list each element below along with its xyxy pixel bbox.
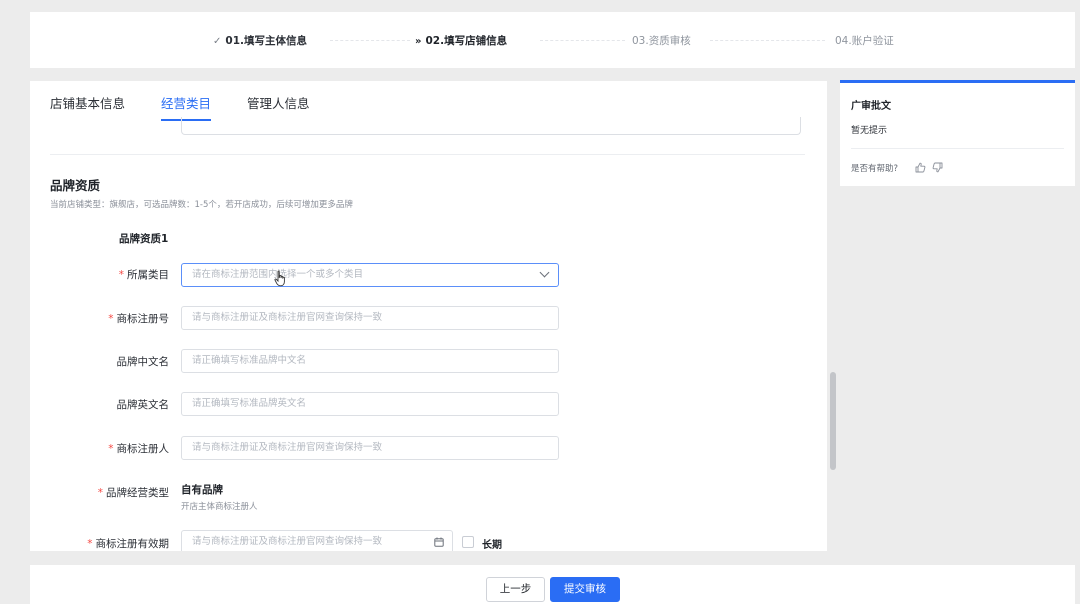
brand-en-name-input[interactable]: 请正确填写标准品牌英文名 [181,392,559,416]
required-mark: * [118,269,124,281]
long-term-label: 长期 [482,540,502,551]
chevron-down-icon [539,267,550,278]
calendar-icon [434,537,444,547]
tips-text: 暂无提示 [851,126,888,136]
section-description: 当前店铺类型：旗舰店，可选品牌数：1-5个，若开店成功，后续可增加更多品牌 [50,200,353,210]
validity-placeholder: 请与商标注册证及商标注册官网查询保持一致 [192,536,383,547]
tab-business-category[interactable]: 经营类目 [161,93,211,112]
en-name-label-text: 品牌英文名 [116,399,170,411]
step-bar: ✓ 01.填写主体信息 » 02.填写店铺信息 03.资质审核 04.账户验证 [30,12,1075,68]
section-title: 品牌资质 [50,178,101,193]
en-name-label: 品牌英文名 [30,397,170,412]
cn-name-label: 品牌中文名 [30,354,170,369]
thumbs-down-icon[interactable] [932,162,943,173]
step-4: 04.账户验证 [835,12,894,68]
footer-bar: 上一步 提交审核 [30,565,1075,604]
trademark-validity-date-input[interactable]: 请与商标注册证及商标注册官网查询保持一致 [181,530,453,551]
step-3: 03.资质审核 [632,12,691,68]
step-4-label: 04.账户验证 [835,35,894,47]
required-mark: * [108,313,114,325]
registrant-label-text: 商标注册人 [116,443,170,455]
step-connector [710,40,825,41]
category-select[interactable]: 请在商标注册范围内选择一个或多个类目 [181,263,559,287]
tips-title: 广审批文 [851,101,891,112]
step-1: ✓ 01.填写主体信息 [213,12,307,68]
category-label-text: 所属类目 [127,269,169,281]
section-divider [50,154,805,155]
validity-label: * 商标注册有效期 [30,536,169,551]
main-form-card: 店铺基本信息 经营类目 管理人信息 品牌资质 当前店铺类型：旗舰店，可选品牌数：… [30,81,827,551]
validity-label-text: 商标注册有效期 [95,538,170,550]
brand-type-label: * 品牌经营类型 [30,485,169,500]
trademark-reg-no-input[interactable]: 请与商标注册证及商标注册官网查询保持一致 [181,306,559,330]
cn-name-placeholder: 请正确填写标准品牌中文名 [192,355,307,366]
tips-divider [851,148,1064,149]
trademark-registrant-input[interactable]: 请与商标注册证及商标注册官网查询保持一致 [181,436,559,460]
en-name-placeholder: 请正确填写标准品牌英文名 [192,398,307,409]
scrollbar-thumb[interactable] [830,372,836,470]
step-2: » 02.填写店铺信息 [415,12,507,68]
tab-manager-info[interactable]: 管理人信息 [247,93,310,112]
tips-panel: 广审批文 暂无提示 是否有帮助? [840,80,1075,186]
submit-review-button[interactable]: 提交审核 [550,577,620,602]
tab-store-basic-info[interactable]: 店铺基本信息 [50,93,125,112]
category-label: * 所属类目 [30,267,169,282]
previous-field-bottom[interactable] [181,117,801,135]
step-3-label: 03.资质审核 [632,35,691,47]
step-connector [330,40,410,41]
registrant-placeholder: 请与商标注册证及商标注册官网查询保持一致 [192,442,383,453]
hand-cursor-icon [274,270,285,287]
step-1-label: 01.填写主体信息 [225,35,307,47]
registrant-label: * 商标注册人 [30,441,169,456]
cn-name-label-text: 品牌中文名 [116,356,170,368]
brand-qualification-subtitle: 品牌资质1 [119,233,169,245]
required-mark: * [108,443,114,455]
long-term-checkbox[interactable] [462,536,474,548]
step-2-label: 02.填写店铺信息 [425,35,508,47]
required-mark: * [87,538,93,550]
reg-no-label-text: 商标注册号 [116,313,170,325]
brand-type-value: 自有品牌 [181,484,223,496]
step-connector [540,40,625,41]
double-chevron-icon: » [415,36,422,47]
thumbs-up-icon[interactable] [915,162,926,173]
brand-cn-name-input[interactable]: 请正确填写标准品牌中文名 [181,349,559,373]
brand-type-label-text: 品牌经营类型 [106,487,169,499]
reg-no-placeholder: 请与商标注册证及商标注册官网查询保持一致 [192,312,383,323]
previous-step-button[interactable]: 上一步 [486,577,545,602]
check-icon: ✓ [213,36,222,47]
reg-no-label: * 商标注册号 [30,311,169,326]
helpful-question: 是否有帮助? [851,164,899,174]
required-mark: * [97,487,103,499]
brand-type-hint: 开店主体商标注册人 [181,502,258,512]
